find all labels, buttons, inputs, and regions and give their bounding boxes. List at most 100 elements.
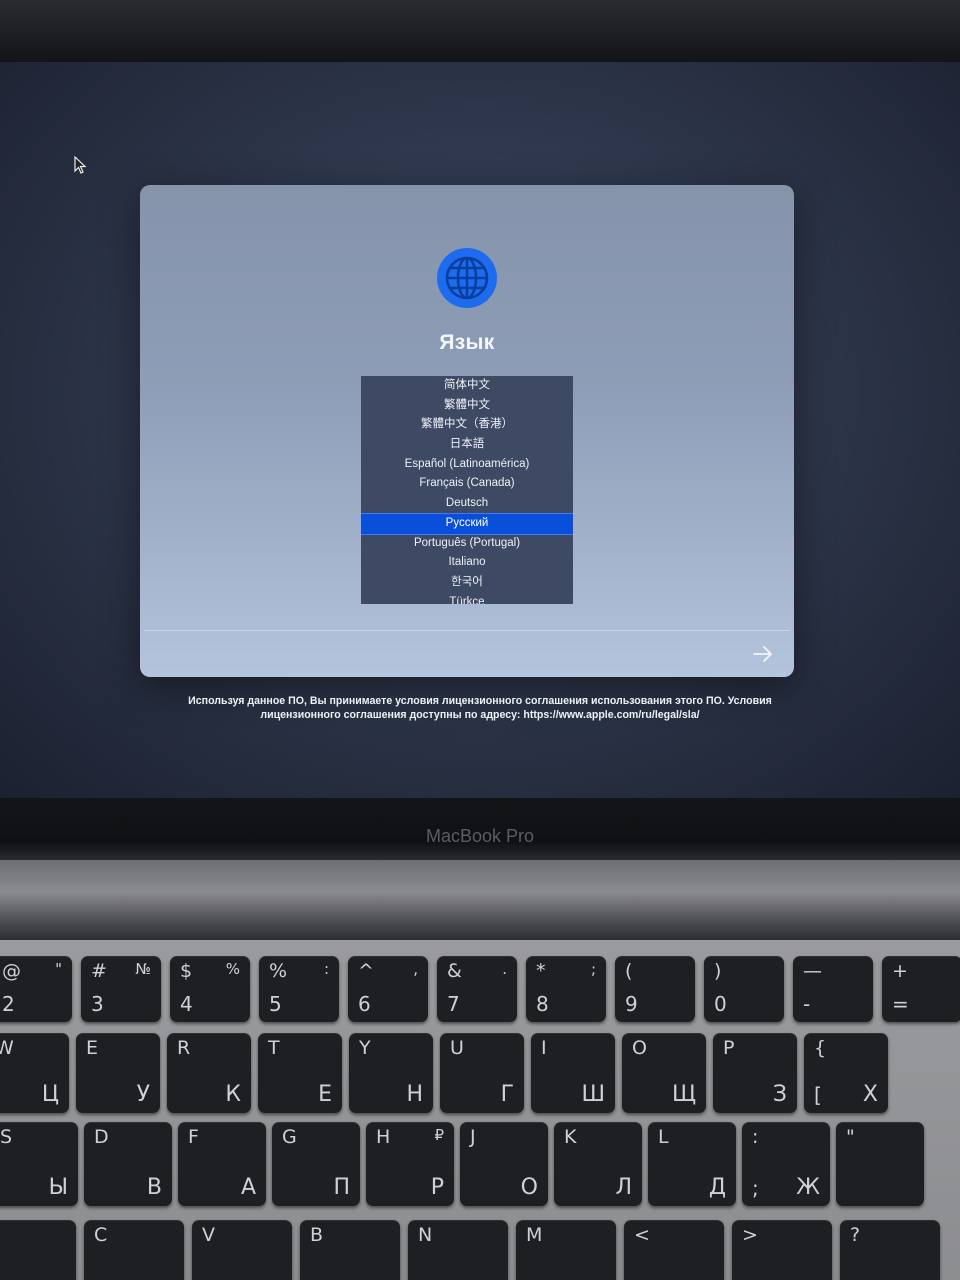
keyboard-key[interactable]: WЦ	[0, 1033, 69, 1113]
keyboard-key[interactable]: ) 0	[704, 956, 784, 1022]
keyboard-key[interactable]: EУ	[76, 1033, 160, 1113]
language-option[interactable]: Français (Canada)	[361, 474, 573, 494]
key-legend: Y	[359, 1037, 371, 1059]
key-legend: .	[502, 960, 507, 978]
key-legend: E	[86, 1037, 99, 1059]
keyboard-key[interactable]: B	[300, 1220, 400, 1280]
key-legend: V	[202, 1224, 215, 1246]
keyboard-key[interactable]: "	[836, 1122, 924, 1206]
key-legend: Ш	[581, 1082, 605, 1107]
key-legend: П	[333, 1175, 350, 1200]
key-legend: 9	[625, 992, 638, 1016]
keyboard-key[interactable]: $% 4	[170, 956, 250, 1022]
language-option[interactable]: Deutsch	[361, 494, 573, 514]
language-list[interactable]: 简体中文 繁體中文 繁體中文（香港） 日本語 Español (Latinoaméric…	[361, 376, 573, 604]
keyboard-key[interactable]: GП	[272, 1122, 360, 1206]
keyboard-key[interactable]: *; 8	[526, 956, 606, 1022]
keyboard-key[interactable]: %: 5	[259, 956, 339, 1022]
keyboard-key[interactable]: M	[516, 1220, 616, 1280]
page-title: Язык	[439, 331, 495, 354]
keyboard-key[interactable]: — -	[793, 956, 873, 1022]
key-legend: %	[269, 960, 288, 982]
keyboard-key[interactable]: JО	[460, 1122, 548, 1206]
language-option[interactable]: 繁體中文	[361, 396, 573, 416]
key-legend: 0	[714, 992, 727, 1016]
key-legend: У	[136, 1082, 150, 1107]
language-option[interactable]: Русский	[361, 512, 573, 535]
keyboard-key[interactable]: {[Х	[804, 1033, 888, 1113]
key-legend: H	[376, 1126, 391, 1148]
key-legend: :	[323, 960, 329, 978]
language-option[interactable]: Español (Latinoamérica)	[361, 455, 573, 475]
language-option[interactable]: 한국어	[361, 573, 573, 593]
keyboard-key[interactable]: &. 7	[437, 956, 517, 1022]
language-option[interactable]: 日本語	[361, 435, 573, 455]
globe-icon	[437, 248, 497, 308]
keyboard-key[interactable]: SЫ	[0, 1122, 78, 1206]
keyboard-key[interactable]: @ " 2	[0, 956, 72, 1022]
key-legend: K	[564, 1126, 577, 1148]
keyboard-key[interactable]: V	[192, 1220, 292, 1280]
keyboard-key[interactable]: IШ	[531, 1033, 615, 1113]
key-legend: %	[225, 960, 240, 978]
key-legend: ,	[413, 960, 418, 978]
key-legend: ^	[358, 960, 374, 982]
language-option[interactable]: Italiano	[361, 553, 573, 573]
keyboard-key[interactable]: YН	[349, 1033, 433, 1113]
key-legend: <	[634, 1224, 650, 1246]
key-legend: :	[752, 1126, 759, 1148]
keyboard-key[interactable]: KЛ	[554, 1122, 642, 1206]
keyboard-key[interactable]: ^, 6	[348, 956, 428, 1022]
keyboard-key[interactable]: FА	[178, 1122, 266, 1206]
key-legend: "	[846, 1126, 855, 1148]
keyboard-key[interactable]: ?	[840, 1220, 940, 1280]
key-legend: L	[658, 1126, 669, 1148]
keyboard: @ " 2 # № 3 $% 4%:5 ^, 6 &. 7 *; 8(9) 0— - + = W Ц E У R К T Е Y Н U…	[0, 940, 960, 1280]
key-legend: W	[0, 1037, 14, 1059]
key-legend: А	[240, 1175, 256, 1200]
keyboard-key[interactable]: DВ	[84, 1122, 172, 1206]
key-legend: &	[447, 960, 462, 982]
keyboard-key[interactable]: N	[408, 1220, 508, 1280]
key-legend: К	[225, 1082, 241, 1107]
key-legend: Н	[406, 1082, 423, 1107]
keyboard-key[interactable]: >	[732, 1220, 832, 1280]
keyboard-key[interactable]: OЩ	[622, 1033, 706, 1113]
screen-bezel	[0, 0, 960, 64]
key-legend: Л	[615, 1175, 632, 1200]
key-legend: ;	[752, 1176, 759, 1200]
key-legend: 5	[269, 992, 282, 1016]
mouse-pointer-icon	[74, 156, 87, 174]
key-legend: B	[310, 1224, 324, 1246]
language-setup-window: Язык 简体中文 繁體中文 繁體中文（香港） 日本語 Español (Latinoa…	[140, 185, 794, 677]
keyboard-key[interactable]: X	[0, 1220, 76, 1280]
language-option[interactable]: Türkce	[361, 593, 573, 604]
keyboard-key[interactable]: TЕ	[258, 1033, 342, 1113]
key-legend: =	[892, 992, 909, 1016]
key-legend: 4	[180, 992, 193, 1016]
key-legend: {	[814, 1037, 827, 1059]
keyboard-key[interactable]: RК	[167, 1033, 251, 1113]
language-option[interactable]: 简体中文	[361, 376, 573, 396]
keyboard-key[interactable]: C	[84, 1220, 184, 1280]
keyboard-key[interactable]: (9	[615, 956, 695, 1022]
key-legend: S	[0, 1126, 13, 1148]
right-arrow-icon[interactable]	[752, 645, 774, 663]
language-option[interactable]: 繁體中文（香港）	[361, 415, 573, 435]
key-legend: #	[91, 960, 107, 982]
language-option[interactable]: Português (Portugal)	[361, 534, 573, 554]
keyboard-key[interactable]: # № 3	[81, 956, 161, 1022]
keyboard-key[interactable]: :; Ж	[742, 1122, 830, 1206]
license-notice: Используя данное ПО, Вы принимаете услов…	[188, 695, 772, 721]
setup-footer	[144, 630, 790, 677]
key-legend: ?	[850, 1224, 861, 1246]
keyboard-key[interactable]: H ₽ Р	[366, 1122, 454, 1206]
keyboard-key[interactable]: PЗ	[713, 1033, 797, 1113]
keyboard-key[interactable]: <	[624, 1220, 724, 1280]
keyboard-key[interactable]: LД	[648, 1122, 736, 1206]
key-legend: 7	[447, 992, 460, 1016]
key-legend: $	[180, 960, 193, 982]
keyboard-key[interactable]: UГ	[440, 1033, 524, 1113]
key-legend: (	[625, 960, 633, 982]
keyboard-key[interactable]: + =	[882, 956, 960, 1022]
